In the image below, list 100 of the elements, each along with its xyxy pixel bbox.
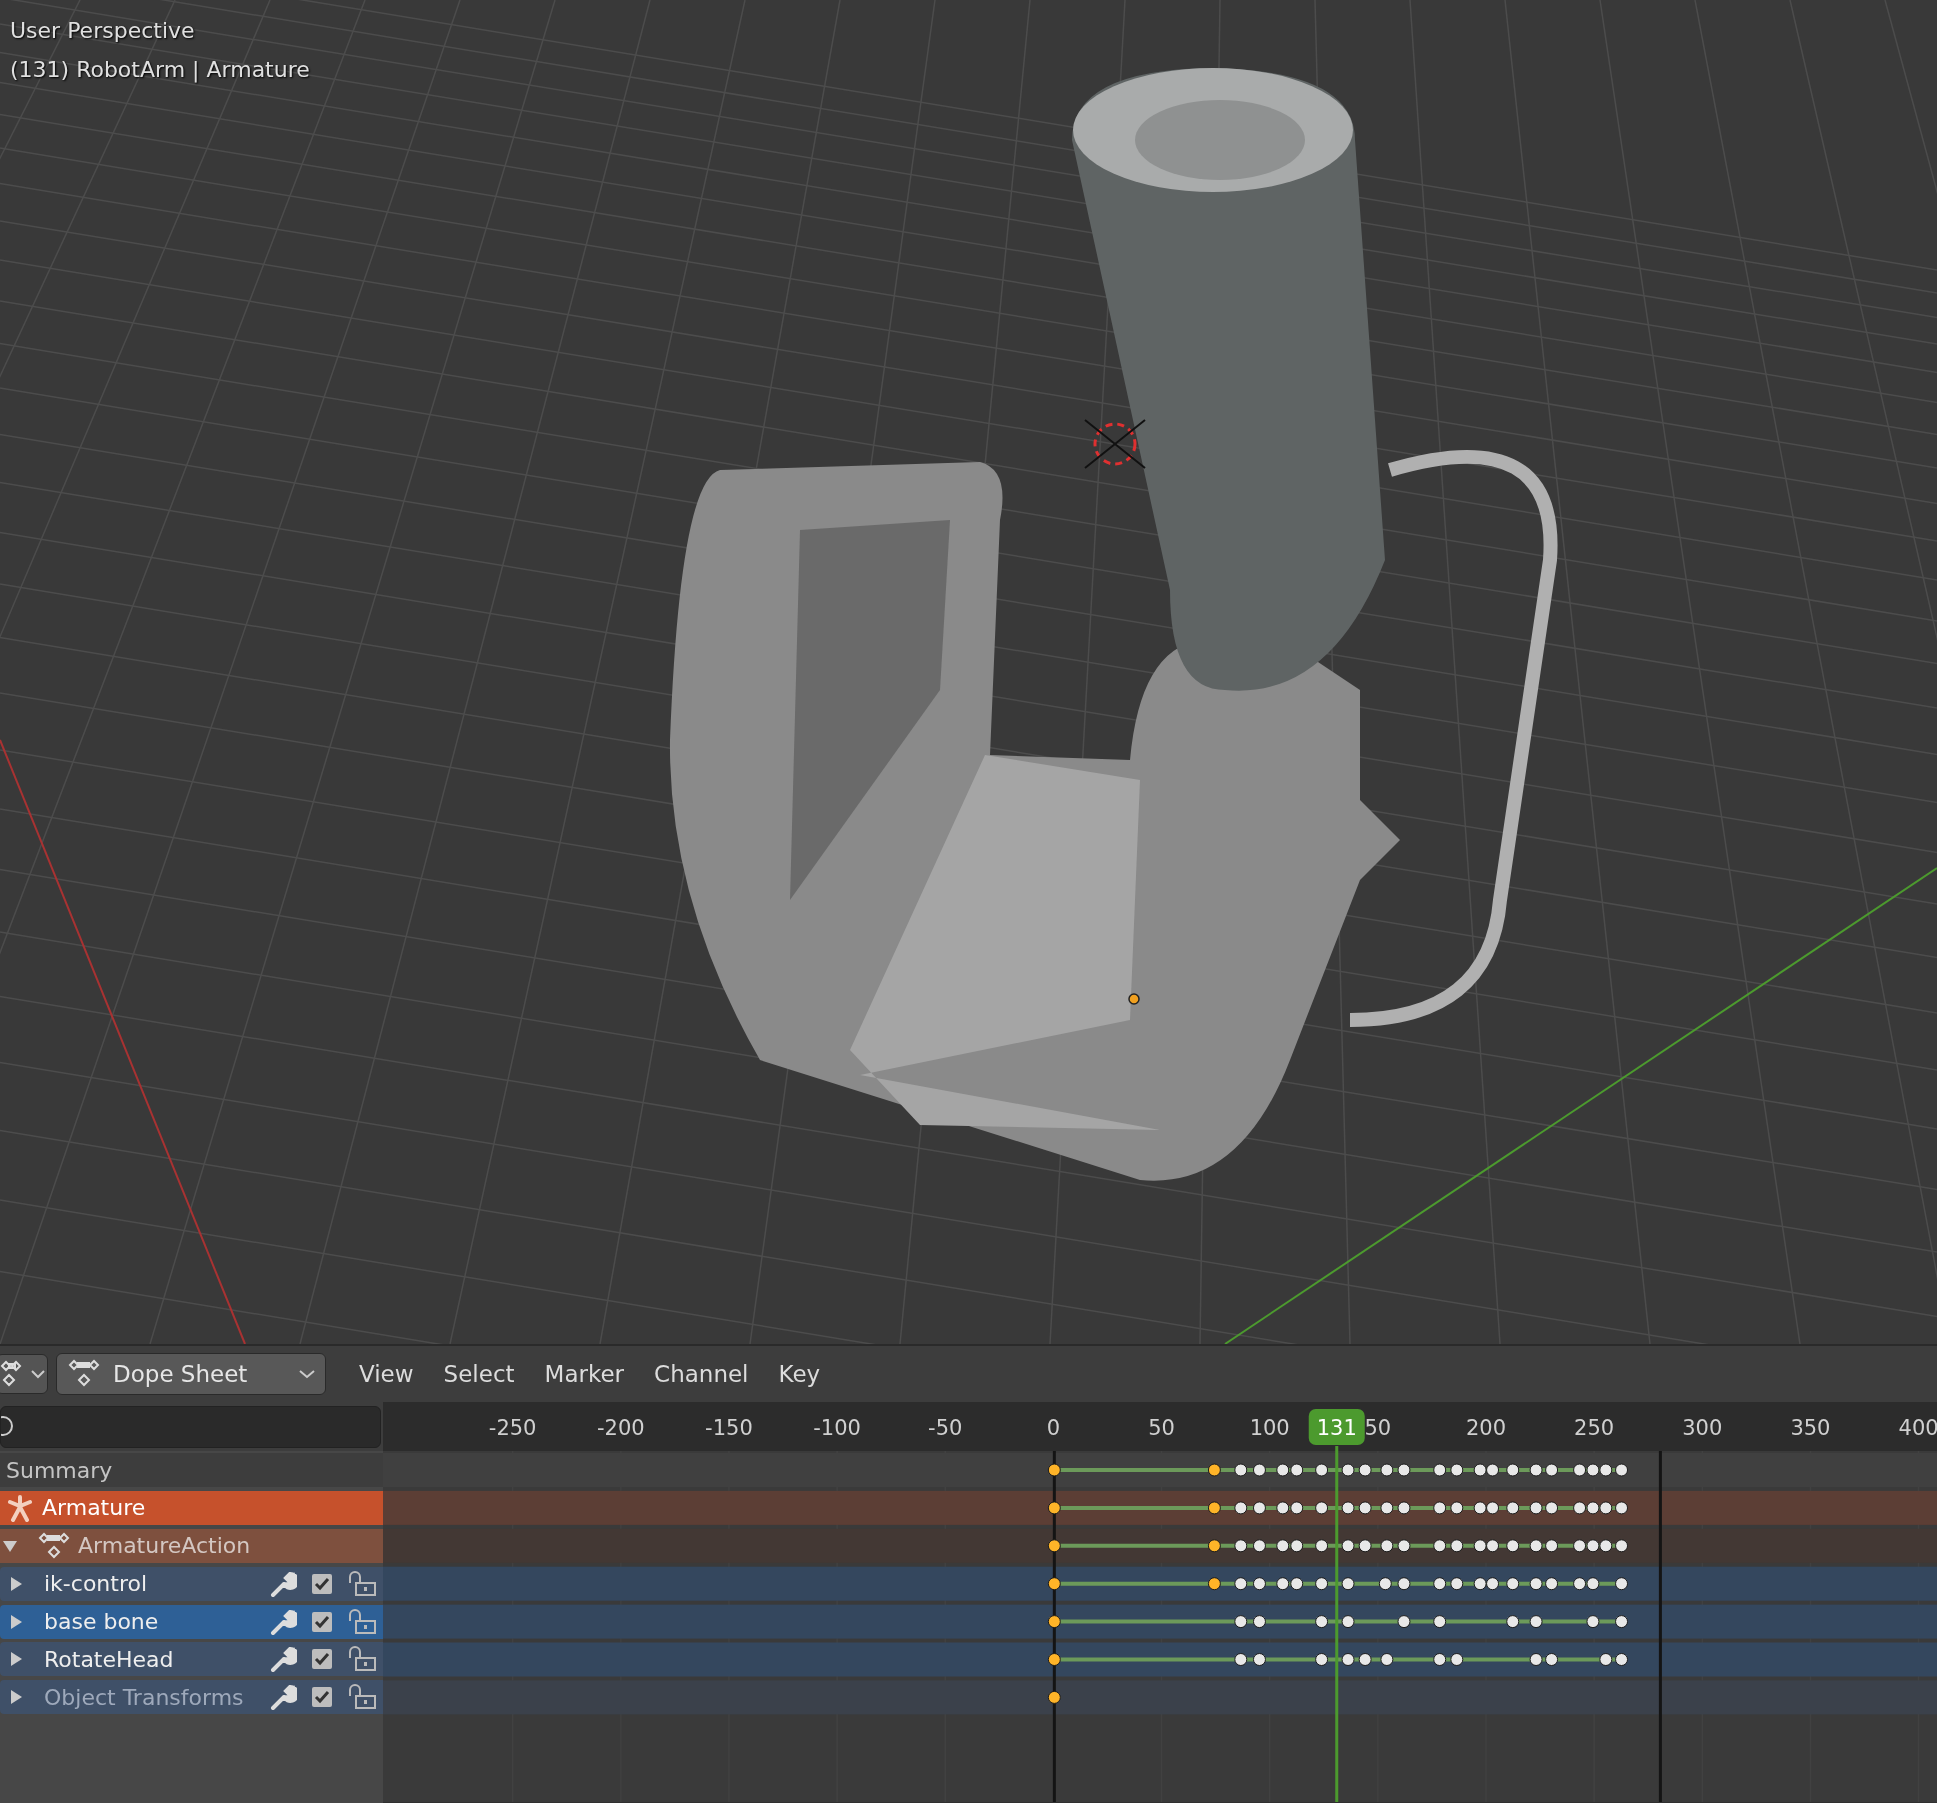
keyframe[interactable] <box>1450 1463 1464 1477</box>
disclosure-triangle-icon[interactable] <box>8 1651 24 1668</box>
menu-item[interactable]: Key <box>767 1361 832 1387</box>
keyframe[interactable] <box>1599 1463 1613 1477</box>
keyframe[interactable] <box>1486 1539 1500 1553</box>
keyframe[interactable] <box>1252 1577 1266 1591</box>
keyframe[interactable] <box>1315 1615 1329 1629</box>
checkbox[interactable] <box>311 1572 333 1595</box>
keyframe[interactable] <box>1290 1463 1304 1477</box>
disclosure-triangle-icon[interactable] <box>8 1613 24 1630</box>
keyframe[interactable] <box>1234 1539 1248 1553</box>
keyframe[interactable] <box>1358 1653 1372 1666</box>
keyframe[interactable] <box>1397 1577 1411 1591</box>
current-frame-badge[interactable] <box>1308 1409 1365 1445</box>
channel-row[interactable]: Summary <box>0 1453 383 1487</box>
keyframe[interactable] <box>1599 1501 1613 1515</box>
keyframe[interactable] <box>1341 1615 1355 1629</box>
keyframe[interactable] <box>1599 1539 1613 1553</box>
keyframe[interactable] <box>1315 1539 1329 1553</box>
keyframe[interactable] <box>1486 1577 1500 1591</box>
keyframe[interactable] <box>1615 1577 1629 1591</box>
frame-ruler[interactable] <box>383 1402 1937 1451</box>
keyframe[interactable] <box>1450 1501 1464 1515</box>
wrench-icon[interactable] <box>269 1569 297 1598</box>
keyframe[interactable] <box>1397 1463 1411 1477</box>
keyframe[interactable] <box>1380 1539 1394 1553</box>
keyframe[interactable] <box>1450 1577 1464 1591</box>
keyframe[interactable] <box>1276 1463 1290 1477</box>
wrench-icon[interactable] <box>269 1607 297 1636</box>
keyframe[interactable] <box>1433 1539 1447 1553</box>
keyframe[interactable] <box>1358 1539 1372 1553</box>
channel-row[interactable]: RotateHead <box>0 1642 383 1677</box>
keyframe[interactable] <box>1315 1577 1329 1591</box>
lock-icon[interactable] <box>347 1569 377 1598</box>
keyframe[interactable] <box>1615 1615 1629 1629</box>
keyframe[interactable] <box>1529 1463 1543 1477</box>
search-field[interactable] <box>0 1405 381 1448</box>
menu-item[interactable]: Channel <box>643 1361 760 1387</box>
keyframe[interactable] <box>1545 1501 1559 1515</box>
keyframe[interactable] <box>1529 1501 1543 1515</box>
keyframe[interactable] <box>1341 1539 1355 1553</box>
keyframe[interactable] <box>1207 1463 1221 1477</box>
keyframe[interactable] <box>1433 1615 1447 1629</box>
keyframe[interactable] <box>1506 1501 1520 1515</box>
keyframe[interactable] <box>1047 1539 1061 1553</box>
keyframe[interactable] <box>1252 1615 1266 1629</box>
keyframe[interactable] <box>1586 1615 1600 1629</box>
keyframe[interactable] <box>1290 1539 1304 1553</box>
channel-row[interactable]: Armature <box>0 1490 383 1525</box>
checkbox[interactable] <box>311 1610 333 1633</box>
keyframe[interactable] <box>1290 1501 1304 1515</box>
keyframe[interactable] <box>1586 1577 1600 1591</box>
keyframe[interactable] <box>1473 1501 1487 1515</box>
keyframe[interactable] <box>1473 1463 1487 1477</box>
keyframe[interactable] <box>1234 1653 1248 1666</box>
keyframe[interactable] <box>1615 1501 1629 1515</box>
keyframe[interactable] <box>1252 1653 1266 1666</box>
keyframe[interactable] <box>1433 1653 1447 1666</box>
channel-row[interactable]: ArmatureAction <box>0 1528 383 1563</box>
keyframe[interactable] <box>1047 1577 1061 1591</box>
keyframe[interactable] <box>1315 1653 1329 1666</box>
keyframe[interactable] <box>1586 1539 1600 1553</box>
keyframe[interactable] <box>1341 1577 1355 1591</box>
keyframe[interactable] <box>1573 1577 1587 1591</box>
keyframe[interactable] <box>1276 1539 1290 1553</box>
lock-icon[interactable] <box>347 1607 377 1636</box>
keyframe[interactable] <box>1450 1653 1464 1666</box>
keyframe[interactable] <box>1397 1501 1411 1515</box>
keyframe[interactable] <box>1358 1463 1372 1477</box>
lock-icon[interactable] <box>347 1645 377 1674</box>
keyframe[interactable] <box>1529 1615 1543 1629</box>
channel-row[interactable]: ik-control <box>0 1566 383 1601</box>
keyframe[interactable] <box>1276 1577 1290 1591</box>
disclosure-triangle-icon[interactable] <box>8 1575 24 1592</box>
keyframe[interactable] <box>1615 1539 1629 1553</box>
keyframe[interactable] <box>1290 1577 1304 1591</box>
keyframe[interactable] <box>1380 1653 1394 1666</box>
checkbox[interactable] <box>311 1648 333 1671</box>
keyframe[interactable] <box>1473 1577 1487 1591</box>
keyframe[interactable] <box>1545 1463 1559 1477</box>
keyframe[interactable] <box>1047 1615 1061 1629</box>
keyframe[interactable] <box>1545 1539 1559 1553</box>
keyframe[interactable] <box>1529 1653 1543 1666</box>
keyframe[interactable] <box>1573 1539 1587 1553</box>
keyframe[interactable] <box>1207 1501 1221 1515</box>
keyframe[interactable] <box>1506 1539 1520 1553</box>
keyframe[interactable] <box>1380 1463 1394 1477</box>
keyframe[interactable] <box>1207 1539 1221 1553</box>
menu-item[interactable]: Select <box>432 1361 526 1387</box>
editor-type-button[interactable] <box>0 1354 48 1394</box>
menu-item[interactable]: View <box>348 1361 425 1387</box>
keyframe[interactable] <box>1433 1463 1447 1477</box>
keyframe[interactable] <box>1615 1463 1629 1477</box>
keyframe[interactable] <box>1315 1463 1329 1477</box>
keyframe[interactable] <box>1586 1463 1600 1477</box>
keyframe[interactable] <box>1234 1577 1248 1591</box>
keyframe[interactable] <box>1506 1577 1520 1591</box>
keyframe[interactable] <box>1380 1501 1394 1515</box>
keyframe[interactable] <box>1341 1501 1355 1515</box>
keyframe[interactable] <box>1234 1501 1248 1515</box>
